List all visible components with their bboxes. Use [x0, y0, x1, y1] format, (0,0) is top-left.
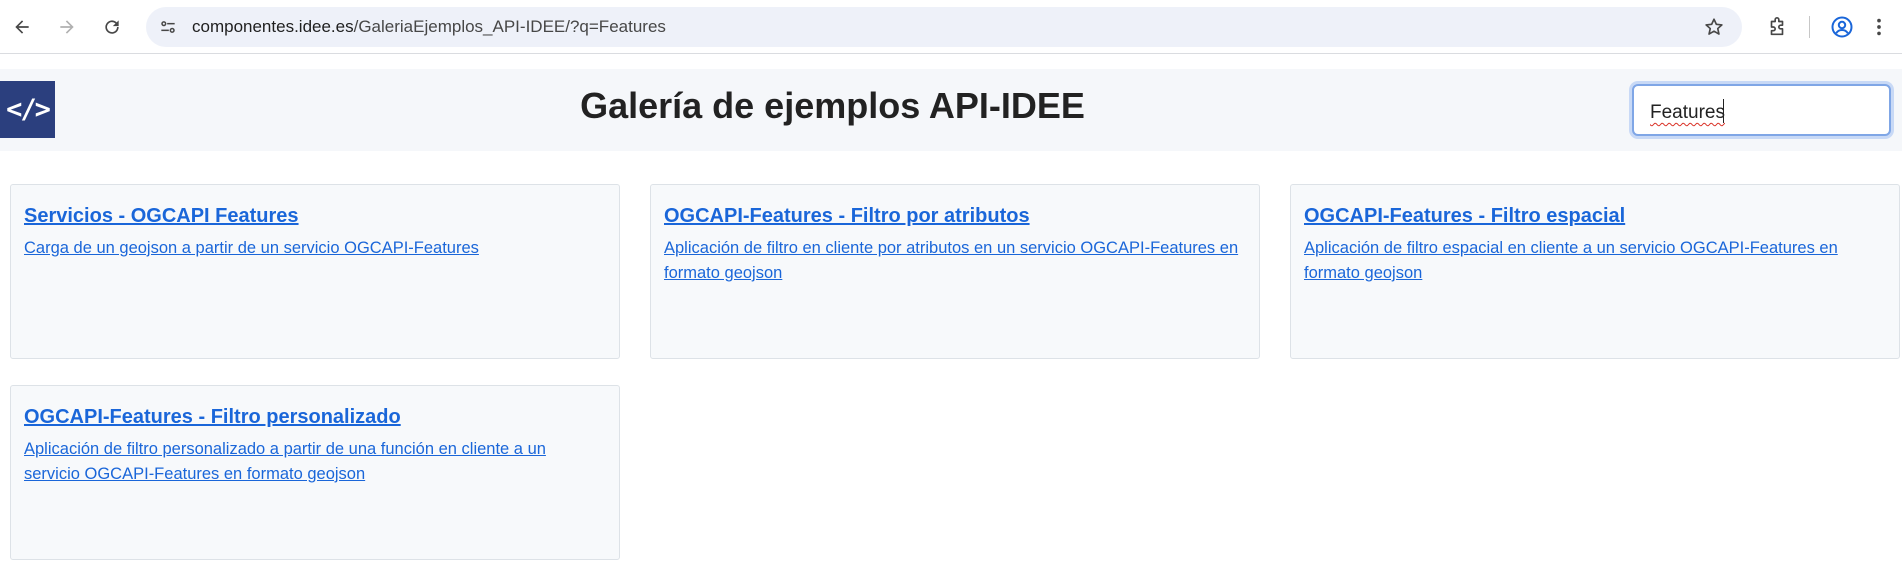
card-description-link[interactable]: Aplicación de filtro espacial en cliente… — [1304, 236, 1886, 286]
page-header: </> Galería de ejemplos API-IDEE Feature… — [0, 69, 1902, 151]
text-caret — [1723, 99, 1724, 123]
address-bar[interactable]: componentes.idee.es/GaleriaEjemplos_API-… — [146, 7, 1742, 47]
extensions-button[interactable] — [1762, 12, 1792, 42]
puzzle-icon — [1770, 17, 1784, 36]
example-card: OGCAPI-Features - Filtro por atributos A… — [650, 184, 1260, 359]
arrow-left-icon — [15, 20, 29, 34]
url-host: componentes.idee.es — [192, 17, 354, 36]
more-vert-icon — [1877, 18, 1881, 36]
toolbar-divider — [1809, 16, 1810, 38]
account-icon — [1831, 16, 1853, 38]
card-description-link[interactable]: Aplicación de filtro en cliente por atri… — [664, 236, 1246, 286]
browser-toolbar: componentes.idee.es/GaleriaEjemplos_API-… — [0, 0, 1902, 54]
card-title-link[interactable]: Servicios - OGCAPI Features — [24, 203, 606, 229]
card-title-link[interactable]: OGCAPI-Features - Filtro personalizado — [24, 404, 606, 430]
browser-menu-button[interactable] — [1864, 12, 1894, 42]
card-title-link[interactable]: OGCAPI-Features - Filtro espacial — [1304, 203, 1886, 229]
profile-button[interactable] — [1827, 12, 1857, 42]
reload-button[interactable] — [97, 12, 127, 42]
site-info-icon[interactable] — [156, 15, 180, 39]
bookmark-star-icon[interactable] — [1702, 15, 1726, 39]
page-title: Galería de ejemplos API-IDEE — [580, 85, 1085, 126]
search-input[interactable] — [1632, 84, 1891, 136]
example-card: Servicios - OGCAPI Features Carga de un … — [10, 184, 620, 359]
reload-icon — [105, 20, 119, 34]
card-description-link[interactable]: Carga de un geojson a partir de un servi… — [24, 236, 606, 261]
card-title-link[interactable]: OGCAPI-Features - Filtro por atributos — [664, 203, 1246, 229]
url-text[interactable]: componentes.idee.es/GaleriaEjemplos_API-… — [192, 7, 666, 47]
example-card: OGCAPI-Features - Filtro personalizado A… — [10, 385, 620, 560]
example-card: OGCAPI-Features - Filtro espacial Aplica… — [1290, 184, 1900, 359]
card-description-link[interactable]: Aplicación de filtro personalizado a par… — [24, 437, 606, 487]
arrow-right-icon — [60, 20, 74, 34]
back-button[interactable] — [7, 12, 37, 42]
url-path: /GaleriaEjemplos_API-IDEE/?q=Features — [353, 17, 666, 36]
forward-button[interactable] — [52, 12, 82, 42]
